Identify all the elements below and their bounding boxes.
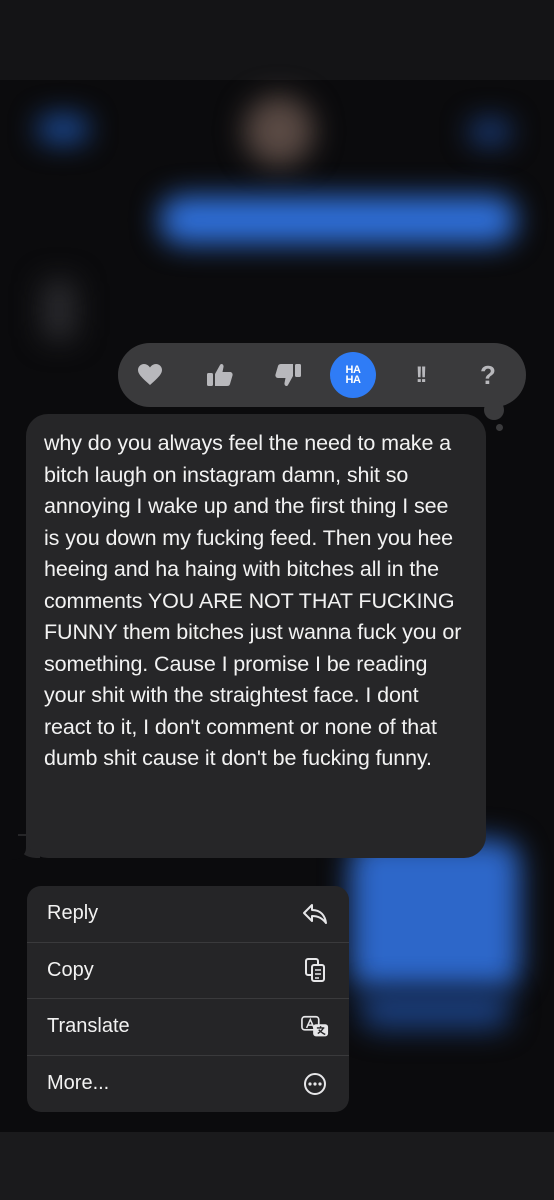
reaction-emphasize[interactable]: !! — [398, 353, 442, 397]
menu-item-more[interactable]: More... — [27, 1056, 349, 1113]
haha-icon: HA HA — [345, 365, 361, 386]
reply-icon — [301, 900, 329, 928]
menu-item-label: Copy — [47, 958, 94, 981]
outgoing-bubble-blurred-2 — [350, 840, 520, 990]
menu-item-reply[interactable]: Reply — [27, 886, 349, 943]
more-icon — [301, 1070, 329, 1098]
thumbs-down-icon — [275, 364, 301, 387]
tapback-tail-large — [484, 400, 504, 420]
reaction-thumbs-up[interactable] — [198, 353, 242, 397]
menu-item-label: Reply — [47, 902, 99, 925]
outgoing-bubble-blurred-3 — [360, 990, 510, 1030]
top-bar-blurred — [0, 0, 554, 80]
reaction-haha[interactable]: HA HA — [330, 352, 376, 398]
translate-icon — [301, 1013, 329, 1041]
context-menu: Reply Copy Translate More... — [27, 886, 349, 1112]
reaction-heart[interactable] — [128, 353, 172, 397]
received-message-bubble[interactable]: why do you always feel the need to make … — [26, 414, 486, 858]
copy-icon — [301, 956, 329, 984]
header-icon-blurred — [470, 120, 510, 144]
menu-item-copy[interactable]: Copy — [27, 943, 349, 999]
contact-avatar-blurred — [244, 96, 314, 166]
haha-label-bottom: HA — [345, 374, 361, 386]
menu-item-translate[interactable]: Translate — [27, 999, 349, 1056]
menu-item-label: Translate — [47, 1015, 130, 1038]
reaction-question[interactable]: ? — [466, 353, 510, 397]
input-bar-blurred — [0, 1132, 554, 1200]
back-button-blurred — [38, 116, 88, 142]
outgoing-bubble-blurred — [160, 196, 516, 244]
double-exclamation-icon: !! — [415, 362, 428, 387]
tapback-tail-small — [496, 424, 503, 431]
timestamp-blurred — [42, 280, 76, 340]
menu-item-label: More... — [47, 1072, 110, 1095]
thumbs-up-icon — [207, 363, 233, 386]
reaction-thumbs-down[interactable] — [266, 353, 310, 397]
question-mark-icon: ? — [480, 359, 496, 390]
tapback-bar: HA HA !! ? — [118, 343, 526, 407]
heart-icon — [138, 364, 162, 385]
message-text: why do you always feel the need to make … — [44, 431, 462, 770]
